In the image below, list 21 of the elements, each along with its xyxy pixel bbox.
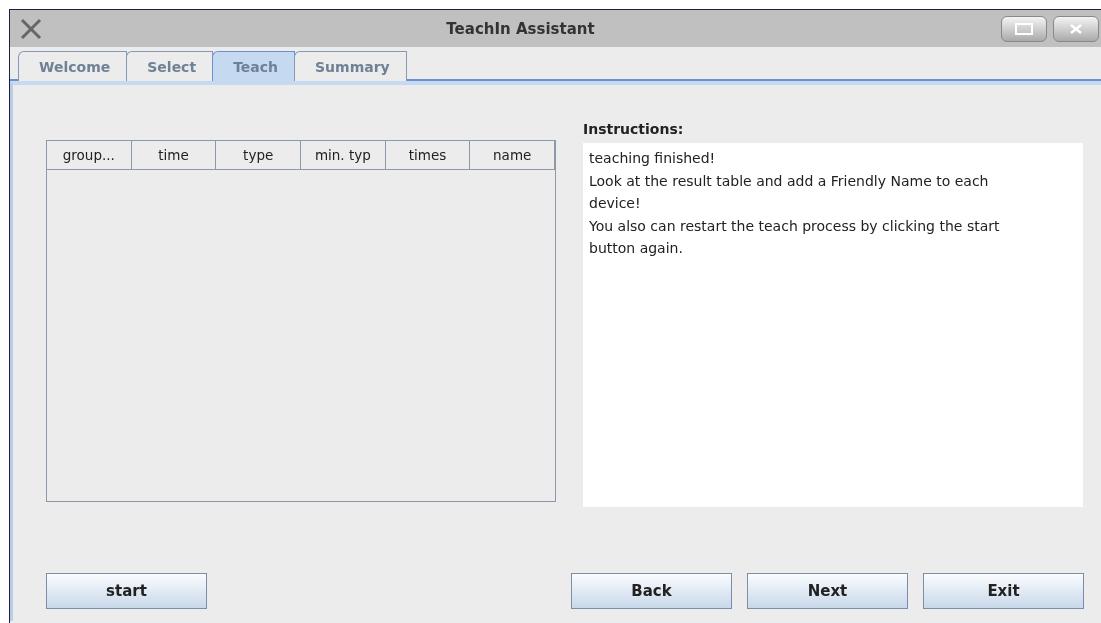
- maximize-button[interactable]: [1001, 16, 1047, 42]
- nav-button[interactable]: Exit: [923, 573, 1084, 609]
- x-logo-icon: [20, 17, 42, 40]
- column-header[interactable]: time: [131, 141, 217, 169]
- nav-button[interactable]: Back: [571, 573, 732, 609]
- column-header[interactable]: min. typ: [301, 141, 386, 169]
- instruction-text: teaching finished!: [589, 149, 717, 168]
- close-icon: [1069, 23, 1083, 35]
- instructions-label: Instructions:: [583, 121, 685, 137]
- instruction-text: You also can restart the teach process by clicking the start button again.: [589, 216, 1001, 258]
- start-button[interactable]: start: [46, 573, 207, 609]
- instructions-text-area[interactable]: teaching finished! Look at the result table and add a Friendly Name to each device! You also can restart the teach process by clicking the start button again.: [583, 143, 1083, 507]
- window-icon: [1015, 23, 1033, 35]
- nav-button[interactable]: Next: [747, 573, 908, 609]
- column-header[interactable]: type: [216, 141, 301, 169]
- window-title: TeachIn Assistant: [446, 19, 595, 38]
- instruction-text: Look at the result table and add a Friendly Name to each device!: [589, 171, 990, 213]
- column-header[interactable]: group...: [47, 141, 132, 169]
- column-header[interactable]: name: [470, 141, 556, 169]
- close-button[interactable]: [1053, 16, 1099, 42]
- column-header[interactable]: times: [385, 141, 471, 169]
